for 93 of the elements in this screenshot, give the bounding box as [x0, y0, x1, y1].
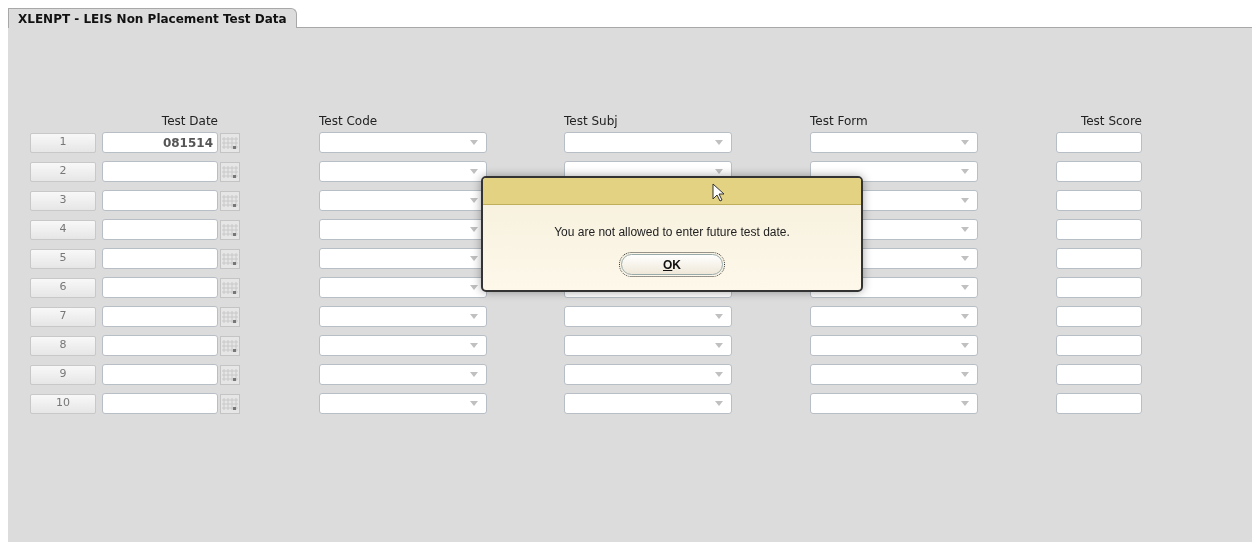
column-header: Test Code	[319, 114, 378, 128]
calendar-icon[interactable]	[220, 364, 240, 385]
date-field[interactable]	[102, 364, 218, 385]
row-number-button[interactable]: 10	[30, 393, 96, 414]
date-field[interactable]	[102, 393, 218, 414]
dropdown-field[interactable]	[319, 306, 487, 327]
dropdown-field[interactable]	[319, 132, 487, 153]
column-header: Test Score	[1080, 114, 1142, 128]
dropdown-arrow-icon	[470, 314, 478, 319]
score-field[interactable]	[1056, 335, 1142, 356]
dropdown-arrow-icon	[470, 285, 478, 290]
score-field[interactable]	[1056, 277, 1142, 298]
column-header: Test Form	[810, 114, 868, 128]
dropdown-field[interactable]	[810, 306, 978, 327]
calendar-icon[interactable]	[220, 132, 240, 153]
dropdown-field[interactable]	[810, 161, 978, 182]
dropdown-arrow-icon	[961, 198, 969, 203]
score-field[interactable]	[1056, 248, 1142, 269]
score-field[interactable]	[1056, 132, 1142, 153]
mouse-pointer-icon	[712, 183, 726, 203]
ok-button[interactable]: OK	[621, 254, 723, 275]
row-number-button[interactable]: 1	[30, 132, 96, 153]
score-field[interactable]	[1056, 190, 1142, 211]
dropdown-arrow-icon	[961, 401, 969, 406]
dropdown-field[interactable]	[810, 335, 978, 356]
dropdown-arrow-icon	[715, 314, 723, 319]
dropdown-field[interactable]	[810, 364, 978, 385]
score-field[interactable]	[1056, 364, 1142, 385]
column-header: Test Subj	[564, 114, 618, 128]
dropdown-arrow-icon	[470, 227, 478, 232]
dropdown-field[interactable]	[564, 335, 732, 356]
calendar-icon[interactable]	[220, 277, 240, 298]
dropdown-arrow-icon	[961, 256, 969, 261]
dropdown-field[interactable]	[564, 393, 732, 414]
dropdown-field[interactable]	[319, 335, 487, 356]
dropdown-arrow-icon	[470, 169, 478, 174]
score-field[interactable]	[1056, 219, 1142, 240]
dropdown-field[interactable]	[319, 393, 487, 414]
row-number-button[interactable]: 8	[30, 335, 96, 356]
dropdown-arrow-icon	[961, 343, 969, 348]
row-number-button[interactable]: 2	[30, 161, 96, 182]
dropdown-field[interactable]	[319, 161, 487, 182]
score-field[interactable]	[1056, 306, 1142, 327]
dropdown-field[interactable]	[319, 364, 487, 385]
column-header: Test Date	[161, 114, 218, 128]
dropdown-field[interactable]	[564, 132, 732, 153]
calendar-icon[interactable]	[220, 306, 240, 327]
calendar-icon[interactable]	[220, 393, 240, 414]
dropdown-arrow-icon	[470, 343, 478, 348]
tab[interactable]: XLENPT - LEIS Non Placement Test Data	[8, 8, 297, 28]
date-field[interactable]	[102, 248, 218, 269]
dropdown-field[interactable]	[564, 364, 732, 385]
dropdown-arrow-icon	[715, 343, 723, 348]
row-number-button[interactable]: 9	[30, 364, 96, 385]
row-number-button[interactable]: 7	[30, 306, 96, 327]
row-number-button[interactable]: 3	[30, 190, 96, 211]
dropdown-arrow-icon	[470, 256, 478, 261]
date-field[interactable]	[102, 306, 218, 327]
calendar-icon[interactable]	[220, 190, 240, 211]
dropdown-arrow-icon	[470, 140, 478, 145]
alert-message: You are not allowed to enter future test date.	[554, 224, 790, 241]
date-field[interactable]	[102, 190, 218, 211]
dropdown-field[interactable]	[810, 393, 978, 414]
date-field[interactable]: 081514	[102, 132, 218, 153]
dropdown-arrow-icon	[961, 285, 969, 290]
dropdown-arrow-icon	[715, 169, 723, 174]
dropdown-arrow-icon	[470, 198, 478, 203]
dropdown-arrow-icon	[715, 401, 723, 406]
row-number-button[interactable]: 5	[30, 248, 96, 269]
date-field[interactable]	[102, 219, 218, 240]
score-field[interactable]	[1056, 393, 1142, 414]
row-number-button[interactable]: 4	[30, 219, 96, 240]
calendar-icon[interactable]	[220, 335, 240, 356]
score-field[interactable]	[1056, 161, 1142, 182]
dropdown-arrow-icon	[961, 314, 969, 319]
dropdown-arrow-icon	[961, 140, 969, 145]
date-field[interactable]	[102, 335, 218, 356]
dropdown-arrow-icon	[715, 372, 723, 377]
dropdown-arrow-icon	[961, 227, 969, 232]
dropdown-field[interactable]	[319, 277, 487, 298]
dropdown-arrow-icon	[961, 372, 969, 377]
dropdown-field[interactable]	[564, 306, 732, 327]
dropdown-arrow-icon	[470, 372, 478, 377]
row-number-button[interactable]: 6	[30, 277, 96, 298]
date-field[interactable]	[102, 161, 218, 182]
calendar-icon[interactable]	[220, 219, 240, 240]
dropdown-arrow-icon	[470, 401, 478, 406]
calendar-icon[interactable]	[220, 161, 240, 182]
dropdown-field[interactable]	[810, 132, 978, 153]
date-field[interactable]	[102, 277, 218, 298]
calendar-icon[interactable]	[220, 248, 240, 269]
dropdown-arrow-icon	[715, 140, 723, 145]
dropdown-arrow-icon	[961, 169, 969, 174]
